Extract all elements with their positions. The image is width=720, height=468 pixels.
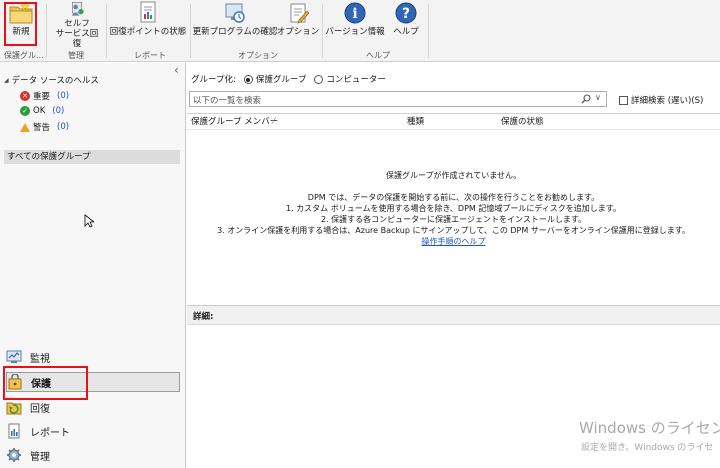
details-label: 詳細: [193, 312, 214, 322]
search-dropdown-chevron-icon[interactable]: ∨ [595, 93, 601, 102]
group-by-computer-radio[interactable]: コンピューター [314, 73, 386, 85]
health-ok-label: OK [33, 106, 46, 116]
group-label-protection: 保護グル... [4, 51, 44, 60]
advanced-search-checkbox[interactable]: 詳細検索 (遅い)(S) [619, 94, 703, 106]
options-label: オプション [276, 27, 320, 37]
nav-reports[interactable]: レポート [6, 421, 180, 441]
help-link-row: 操作手順のヘルプ [187, 236, 720, 247]
recovery-icon [6, 402, 22, 415]
protection-nav-highlight [3, 366, 88, 400]
nav-recovery-label: 回復 [30, 403, 50, 415]
group-by-protection-label: 保護グループ [255, 75, 307, 85]
health-critical-row[interactable]: ✕ 重要 (0) [20, 90, 69, 102]
version-info-label: バージョン情報 [325, 27, 385, 37]
sort-indicator-icon: ⁄ [273, 117, 275, 127]
help-icon: ? [395, 2, 417, 24]
nav-reports-label: レポート [30, 427, 70, 439]
empty-state-title: 保護グループが作成されていません。 [385, 171, 522, 180]
empty-state-step-1: 1. カスタム ボリュームを使用する場合を除き、DPM 記憶域プールにディスクを… [286, 204, 621, 213]
nav-monitoring[interactable]: 監視 [6, 347, 180, 367]
recovery-point-status-button[interactable]: 回復ポイントの状態 [110, 1, 186, 49]
ribbon-separator [106, 4, 107, 58]
help-label: ヘルプ [393, 27, 419, 37]
health-warning-label: 警告 [33, 123, 51, 133]
group-label-manage: 管理 [68, 51, 84, 60]
help-button[interactable]: ? ヘルプ [390, 1, 422, 49]
search-box[interactable]: 以下の一覧を検索 ∨ [189, 91, 607, 107]
health-critical-label: 重要 [33, 92, 51, 102]
data-source-health-header[interactable]: ◢ データ ソースのヘルス [4, 74, 99, 86]
collapse-pane-icon[interactable]: ‹ [174, 63, 179, 77]
health-ok-count: (0) [52, 106, 65, 116]
all-protection-groups-item[interactable]: すべての保護グループ [4, 150, 180, 164]
group-by-row: グループ化: 保護グループ コンピューター [191, 73, 386, 85]
nav-monitoring-label: 監視 [30, 353, 50, 365]
self-service-label: セルフ サービス回復 [55, 19, 99, 49]
expand-triangle-icon: ◢ [4, 76, 9, 84]
self-service-icon [71, 2, 84, 16]
check-updates-button[interactable]: 更新プログラムの確認 [192, 1, 278, 49]
svg-text:i: i [352, 6, 357, 22]
ribbon-separator [46, 4, 47, 58]
column-header-member[interactable]: 保護グループ メンバー [191, 114, 278, 130]
nav-management-label: 管理 [30, 451, 50, 463]
column-header-type[interactable]: 種類 [407, 114, 424, 130]
radio-selected-icon [243, 75, 253, 84]
self-service-recovery-button[interactable]: セルフ サービス回復 [52, 1, 102, 49]
new-button-highlight [4, 2, 37, 46]
ok-check-icon: ✓ [20, 106, 30, 116]
monitor-icon [6, 350, 22, 363]
mouse-cursor-icon [84, 214, 94, 228]
help-link[interactable]: 操作手順のヘルプ [422, 237, 486, 246]
ribbon-separator [322, 4, 323, 58]
warning-triangle-icon [20, 122, 30, 132]
group-label-report: レポート [134, 51, 166, 60]
activation-watermark-subtitle: 設定を開き、Windows のライセ [581, 443, 714, 453]
main-pane: グループ化: 保護グループ コンピューター 以下の一覧を検索 ∨ 詳細検索 (遅… [187, 63, 720, 468]
group-label-options: オプション [238, 51, 278, 60]
update-icon [225, 3, 245, 23]
details-header: 詳細: [187, 305, 720, 325]
ribbon-separator [190, 4, 191, 58]
health-warning-row[interactable]: 警告 (0) [20, 121, 69, 133]
column-header-status[interactable]: 保護の状態 [501, 114, 544, 130]
health-warning-count: (0) [57, 122, 70, 132]
nav-management[interactable]: 管理 [6, 445, 180, 465]
group-by-label: グループ化: [191, 75, 236, 85]
radio-unselected-icon [314, 75, 324, 84]
navigation-pane: ‹ ◢ データ ソースのヘルス ✕ 重要 (0) ✓ OK (0) 警告 (0)… [0, 63, 186, 468]
list-header: 保護グループ メンバー ⁄ 種類 保護の状態 [187, 114, 720, 130]
svg-text:?: ? [402, 6, 410, 22]
health-critical-count: (0) [57, 91, 70, 101]
management-icon [7, 448, 21, 462]
version-info-button[interactable]: i バージョン情報 [325, 1, 385, 49]
info-icon: i [344, 2, 366, 24]
checkbox-icon [619, 95, 628, 105]
nav-recovery[interactable]: 回復 [6, 397, 180, 417]
ribbon-separator [428, 4, 429, 58]
search-icon[interactable] [581, 94, 591, 104]
report-icon [140, 1, 156, 23]
advanced-search-label: 詳細検索 (遅い)(S) [631, 96, 704, 106]
empty-state-step-2: 2. 保護する各コンピューターに保護エージェントをインストールします。 [320, 215, 587, 224]
ribbon: 新規 セルフ サービス回復 回復ポイントの状態 更新プログラムの確認 オプション… [0, 0, 720, 62]
data-source-health-title: データ ソースのヘルス [11, 76, 99, 86]
group-by-protection-radio[interactable]: 保護グループ [243, 73, 307, 85]
group-label-help: ヘルプ [366, 51, 390, 60]
search-placeholder: 以下の一覧を検索 [193, 96, 262, 106]
critical-x-icon: ✕ [20, 91, 30, 101]
check-updates-label: 更新プログラムの確認 [192, 27, 278, 37]
group-by-computer-label: コンピューター [326, 75, 386, 85]
reports-icon [8, 423, 20, 439]
protection-group-list: 保護グループ メンバー ⁄ 種類 保護の状態 保護グループが作成されていません。… [187, 113, 720, 305]
empty-state-step-3: 3. オンライン保護を利用する場合は、Azure Backup にサインアップし… [217, 226, 690, 235]
options-icon [290, 3, 310, 24]
options-button[interactable]: オプション [277, 1, 319, 49]
recovery-point-status-label: 回復ポイントの状態 [109, 27, 187, 37]
health-ok-row[interactable]: ✓ OK (0) [20, 106, 64, 116]
activation-watermark-title: Windows のライセンス認 [579, 419, 720, 437]
empty-state-intro: DPM では、データの保護を開始する前に、次の操作を行うことをお勧めします。 [307, 193, 600, 202]
